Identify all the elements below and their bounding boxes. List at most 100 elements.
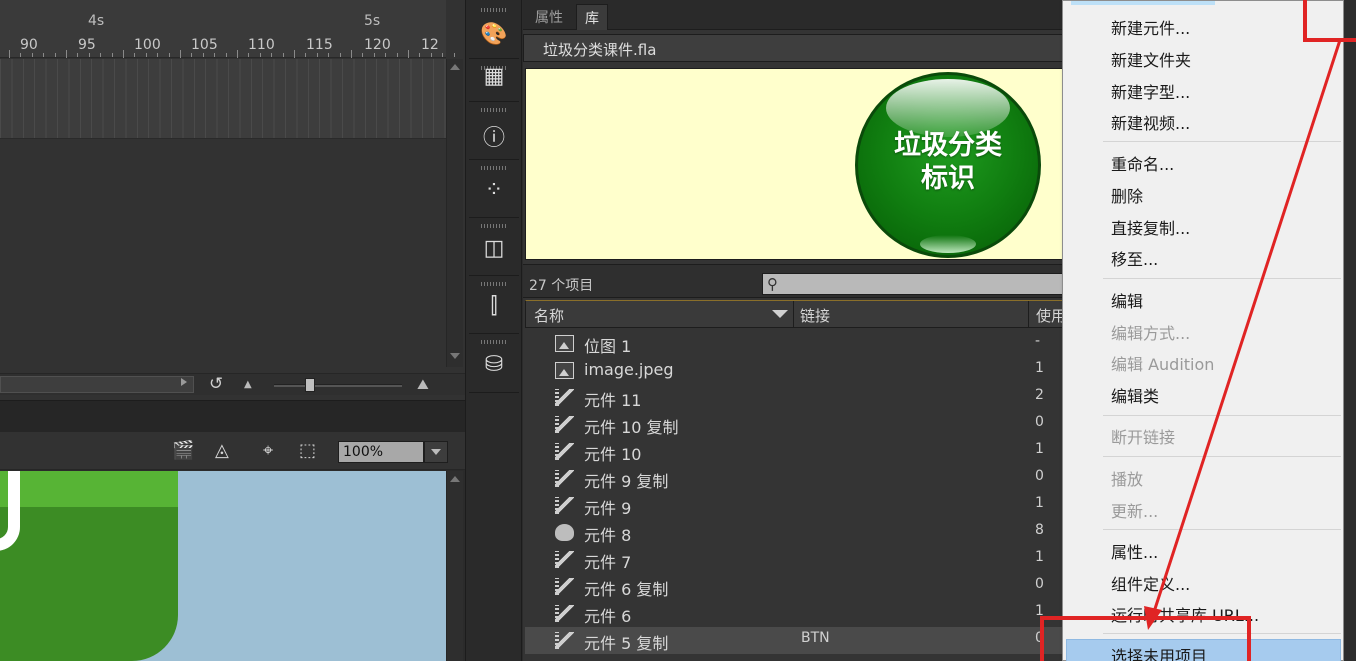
- symbol-edit-icon[interactable]: ◬: [215, 440, 229, 461]
- scroll-up-icon[interactable]: [450, 476, 460, 482]
- dock-cell[interactable]: ⓘ: [469, 104, 519, 160]
- frame-number: 100: [134, 37, 161, 53]
- dock-cell[interactable]: ◫: [469, 220, 519, 276]
- ruler-tick: [191, 53, 193, 57]
- frame-number: 12: [421, 37, 439, 53]
- ruler-tick: [316, 53, 318, 57]
- item-use-count: 0: [1035, 468, 1044, 484]
- symbol-preview: 垃圾分类 标识: [525, 68, 1065, 260]
- zoom-dropdown-button[interactable]: [424, 441, 448, 463]
- stage-toolbar: 🎬 ◬ ⌖ ⬚ 100%: [0, 432, 465, 470]
- align-icon[interactable]: ⫿: [469, 294, 519, 319]
- ruler-tick: [100, 53, 102, 57]
- ruler-tick: [259, 53, 261, 57]
- item-use-count: 8: [1035, 522, 1044, 538]
- column-divider[interactable]: [1028, 301, 1029, 327]
- grip-icon[interactable]: [481, 108, 507, 112]
- grip-icon[interactable]: [481, 282, 507, 286]
- frames-grid[interactable]: [0, 59, 446, 139]
- column-divider[interactable]: [793, 301, 794, 327]
- panel-divider: [0, 400, 465, 432]
- zoom-field[interactable]: 100%: [338, 441, 424, 463]
- sort-descending-icon[interactable]: [772, 310, 788, 318]
- ruler-tick: [225, 53, 227, 57]
- transform-icon[interactable]: ◫: [469, 236, 519, 261]
- zoom-large-icon[interactable]: ⛰: [417, 377, 429, 393]
- scroll-down-icon[interactable]: [450, 353, 460, 359]
- menu-top-highlight: [1071, 1, 1215, 5]
- document-selector[interactable]: 垃圾分类课件.fla: [523, 34, 1068, 62]
- column-name[interactable]: 名称: [534, 305, 564, 326]
- scroll-up-icon[interactable]: [450, 64, 460, 70]
- dock-cell[interactable]: ⛁: [469, 336, 519, 392]
- bitmap-icon: [555, 335, 574, 352]
- grip-icon[interactable]: [481, 166, 507, 170]
- item-name: 元件 6 复制: [584, 580, 669, 599]
- timeline-vertical-scrollbar[interactable]: [446, 59, 463, 367]
- menu-item[interactable]: 选择未用项目: [1111, 643, 1207, 661]
- item-name: 元件 9 复制: [584, 472, 669, 491]
- components-icon[interactable]: ⛁: [469, 352, 519, 377]
- ruler-tick: [66, 50, 67, 58]
- dock-separator: [469, 159, 519, 160]
- second-marker: 4s: [88, 13, 105, 29]
- button-icon: [555, 524, 574, 541]
- info-icon[interactable]: ⓘ: [469, 120, 519, 152]
- ruler-tick: [282, 53, 284, 57]
- ruler-tick: [419, 53, 421, 57]
- timeline-horizontal-scrollbar[interactable]: [0, 376, 194, 393]
- item-use-count: 1: [1035, 360, 1044, 376]
- zoom-small-icon[interactable]: ▲: [244, 379, 252, 390]
- movieclip-icon: [555, 551, 574, 568]
- item-count: 27 个项目: [529, 278, 594, 294]
- grip-icon[interactable]: [481, 224, 507, 228]
- tab-library[interactable]: 库: [576, 4, 608, 30]
- stage-vertical-scrollbar[interactable]: [446, 471, 463, 661]
- item-name: 元件 9: [584, 499, 632, 518]
- ruler-tick: [271, 53, 273, 57]
- motion-presets-icon[interactable]: ⁘: [469, 178, 519, 203]
- stage-canvas[interactable]: [0, 471, 446, 661]
- tab-properties[interactable]: 属性: [527, 4, 571, 30]
- dock-separator: [469, 217, 519, 218]
- ruler-tick: [248, 53, 250, 57]
- clip-stage-icon[interactable]: ⬚: [299, 440, 316, 461]
- dock-cell[interactable]: ▦: [469, 46, 519, 102]
- dock-cell[interactable]: ⁘: [469, 162, 519, 218]
- ruler-tick: [305, 53, 307, 57]
- scroll-right-icon[interactable]: [181, 378, 187, 386]
- ruler-tick: [77, 53, 79, 57]
- ruler-tick: [237, 50, 238, 58]
- grip-icon[interactable]: [481, 340, 507, 344]
- ruler-tick: [123, 50, 124, 58]
- timeline-ruler[interactable]: 4s 5s 90 95 100 105 110 115 120 12: [0, 0, 455, 58]
- bitmap-icon: [555, 362, 574, 379]
- chevron-down-icon: [431, 449, 441, 455]
- ruler-tick: [31, 53, 33, 57]
- loop-icon[interactable]: ↺: [209, 374, 223, 394]
- ruler-tick: [180, 50, 181, 58]
- scene-icon[interactable]: 🎬: [172, 440, 194, 461]
- dock-cell[interactable]: ⫿: [469, 278, 519, 334]
- ruler-tick: [20, 53, 22, 57]
- preview-label-line: 标识: [921, 163, 975, 194]
- movieclip-icon: [555, 497, 574, 514]
- ruler-tick: [294, 50, 295, 58]
- library-search-input[interactable]: ⚲: [762, 273, 1072, 295]
- item-use-count: 2: [1035, 387, 1044, 403]
- frame-number: 110: [248, 37, 275, 53]
- timeline-bottom-bar: ↺ ▲ ⛰: [0, 373, 465, 395]
- item-name: 元件 8: [584, 526, 632, 545]
- ruler-tick: [362, 53, 364, 57]
- column-linkage[interactable]: 链接: [800, 305, 830, 326]
- panel-dock: 🎨 ▦ ⓘ ⁘ ◫ ⫿ ⛁: [465, 0, 522, 661]
- dock-separator: [469, 101, 519, 102]
- ruler-tick: [145, 53, 147, 57]
- color-palette-icon[interactable]: 🎨: [469, 22, 519, 47]
- center-stage-icon[interactable]: ⌖: [263, 440, 273, 461]
- swatches-grid-icon[interactable]: ▦: [469, 64, 519, 89]
- item-use-count: 0: [1035, 576, 1044, 592]
- timeline-zoom-slider[interactable]: [274, 384, 402, 387]
- timeline-zoom-thumb[interactable]: [305, 378, 315, 392]
- grip-icon[interactable]: [481, 8, 507, 12]
